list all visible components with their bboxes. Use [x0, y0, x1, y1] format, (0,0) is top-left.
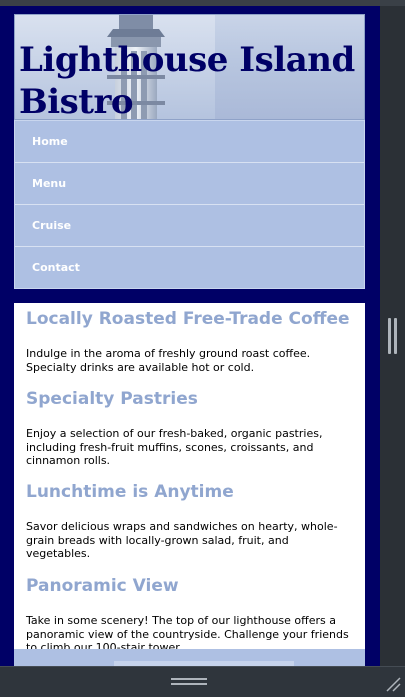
section-text: Enjoy a selection of our fresh-baked, or… [26, 427, 323, 467]
nav-item-home[interactable]: Home [15, 121, 364, 163]
section-text: Indulge in the aroma of freshly ground r… [26, 347, 311, 374]
nav-item-contact[interactable]: Contact [15, 247, 364, 289]
vertical-scroll-handle-icon[interactable] [388, 318, 398, 354]
nav-item-cruise[interactable]: Cruise [15, 205, 364, 247]
nav-item-menu[interactable]: Menu [15, 163, 364, 205]
content-section: Panoramic View Take in some scenery! The… [26, 575, 356, 655]
page-viewport: Lighthouse Island Bistro Home Menu Cruis… [0, 6, 380, 666]
main-nav: Home Menu Cruise Contact [14, 120, 365, 289]
section-heading: Locally Roasted Free-Trade Coffee [26, 309, 350, 329]
drag-handle-icon[interactable] [171, 678, 207, 686]
content-section: Locally Roasted Free-Trade Coffee Indulg… [26, 308, 356, 374]
site-header: Lighthouse Island Bistro [14, 14, 365, 120]
site-title: Lighthouse Island Bistro [19, 40, 355, 120]
page-footer [14, 649, 365, 666]
section-heading: Panoramic View [26, 576, 179, 596]
resize-grip-icon[interactable] [385, 676, 401, 692]
content-section: Specialty Pastries Enjoy a selection of … [26, 388, 356, 468]
section-heading: Lunchtime is Anytime [26, 482, 234, 502]
section-heading: Specialty Pastries [26, 389, 198, 409]
main-content: Locally Roasted Free-Trade Coffee Indulg… [14, 303, 365, 666]
content-section: Lunchtime is Anytime Savor delicious wra… [26, 481, 356, 561]
section-text: Savor delicious wraps and sandwiches on … [26, 520, 338, 560]
window-bottom-bar [0, 666, 405, 697]
